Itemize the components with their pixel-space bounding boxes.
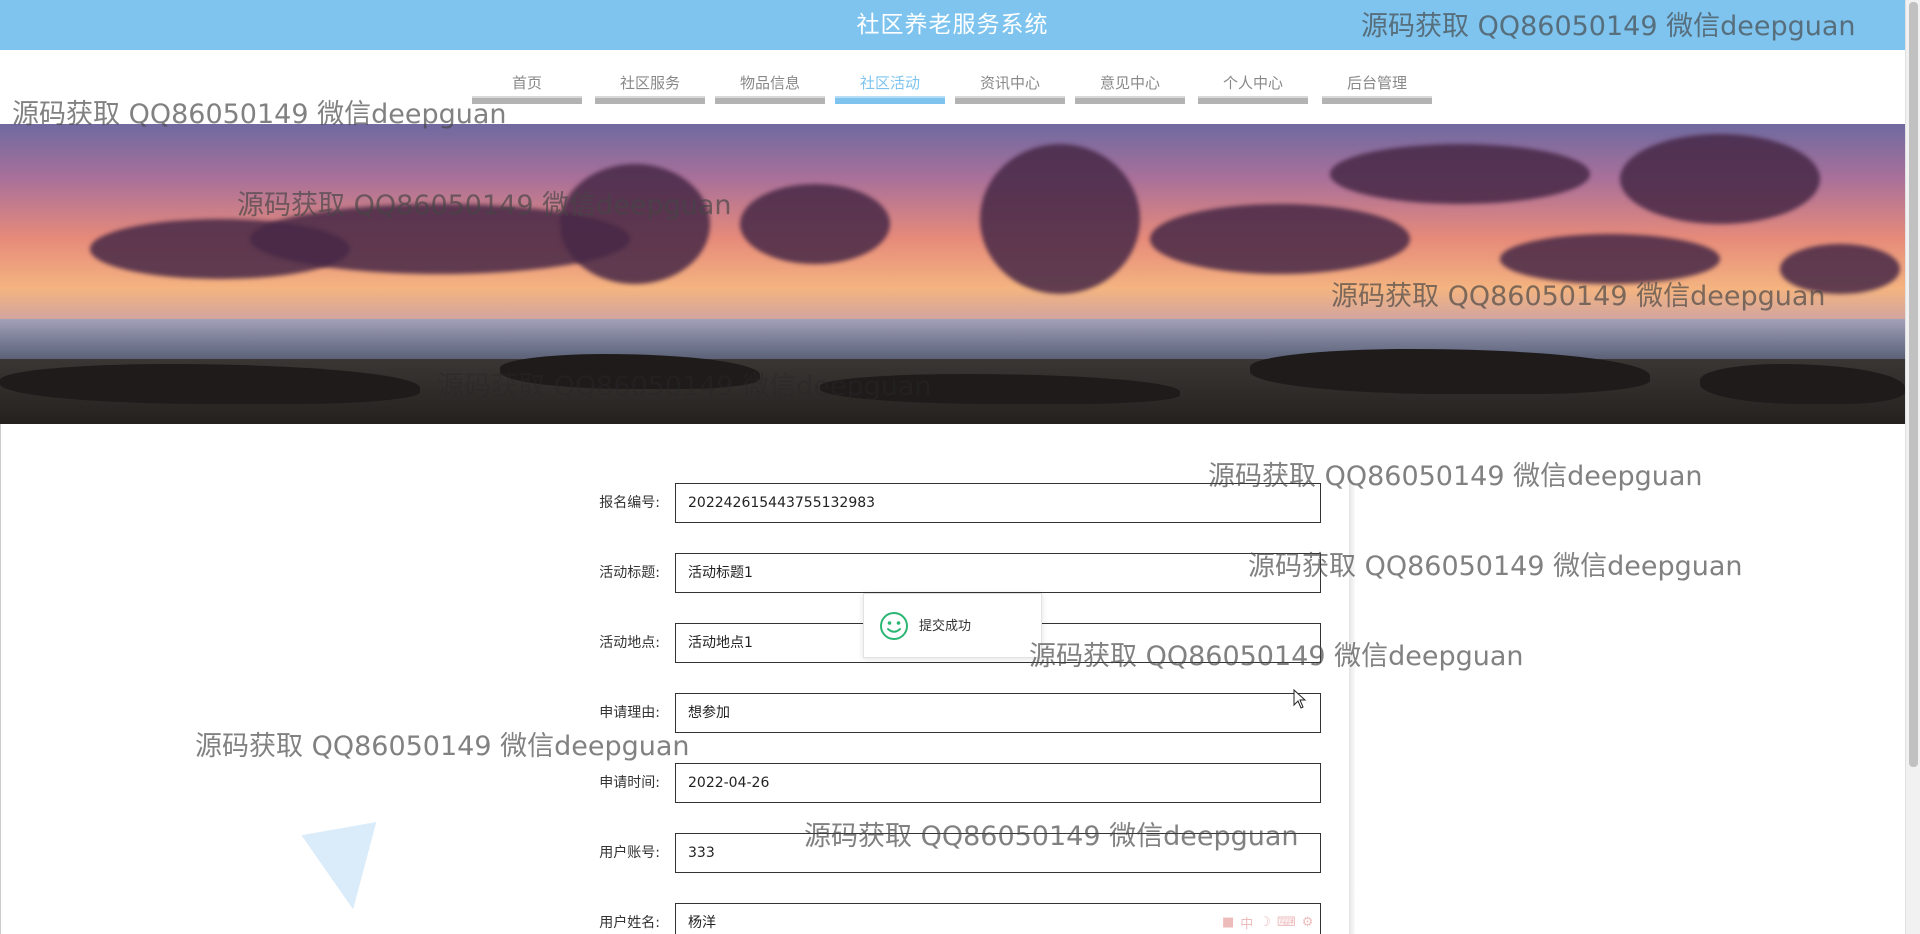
apply-reason-label: 申请理由: — [599, 705, 660, 721]
nav-item-admin[interactable]: 后台管理 — [1322, 72, 1432, 104]
nav-item-home[interactable]: 首页 — [472, 72, 582, 104]
triangle-decoration — [301, 822, 391, 916]
nav-item-label: 物品信息 — [739, 74, 800, 92]
nav-item-label: 社区活动 — [859, 74, 920, 92]
user-name-label: 用户姓名: — [599, 915, 660, 931]
nav-item-community-service[interactable]: 社区服务 — [595, 72, 705, 104]
nav-item-label: 后台管理 — [1346, 74, 1407, 92]
nav-item-label: 首页 — [511, 74, 542, 92]
banner-image — [0, 124, 1905, 424]
nav-item-label: 社区服务 — [619, 74, 680, 92]
nav-item-personal-center[interactable]: 个人中心 — [1198, 72, 1308, 104]
activity-location-label: 活动地点: — [599, 635, 660, 651]
activity-title-label: 活动标题: — [599, 565, 660, 581]
ime-settings-icon: ⚙ — [1301, 914, 1314, 930]
apply-time-field[interactable]: 2022-04-26 — [675, 763, 1321, 803]
nav-item-feedback-center[interactable]: 意见中心 — [1075, 72, 1185, 104]
user-account-label: 用户账号: — [599, 845, 660, 861]
nav-item-news-center[interactable]: 资讯中心 — [955, 72, 1065, 104]
apply-time-label: 申请时间: — [599, 775, 660, 791]
activity-title-field[interactable]: 活动标题1 — [675, 553, 1321, 593]
site-title-bar: 社区养老服务系统 — [0, 0, 1905, 50]
ime-lang-label: 中 — [1240, 916, 1254, 932]
nav-item-label: 意见中心 — [1099, 74, 1160, 92]
signup-no-label: 报名编号: — [599, 495, 660, 511]
toast-message: 提交成功 — [919, 619, 972, 634]
apply-reason-field[interactable]: 想参加 — [675, 693, 1321, 733]
nav-item-label: 个人中心 — [1222, 74, 1283, 92]
user-account-field[interactable]: 333 — [675, 833, 1321, 873]
smile-icon — [880, 612, 908, 640]
main-nav: 首页 社区服务 物品信息 社区活动 资讯中心 意见中心 个人中心 后台管理 — [0, 50, 1905, 124]
nav-item-label: 资讯中心 — [979, 74, 1040, 92]
ime-moon-icon: ☽ — [1259, 914, 1271, 930]
nav-item-goods-info[interactable]: 物品信息 — [715, 72, 825, 104]
success-toast: 提交成功 — [863, 593, 1042, 658]
ime-keyboard-icon: ⌨ — [1276, 914, 1296, 930]
mouse-cursor-icon — [1293, 689, 1307, 709]
ime-toolbar: ■ 中 ☽ ⌨ ⚙ — [1222, 912, 1313, 932]
site-title: 社区养老服务系统 — [856, 12, 1049, 38]
nav-item-community-activity[interactable]: 社区活动 — [835, 72, 945, 104]
ime-icon: ■ — [1222, 914, 1235, 930]
page-scrollbar[interactable] — [1905, 0, 1920, 934]
signup-no-field[interactable]: 202242615443755132983 — [675, 483, 1321, 523]
scrollbar-thumb[interactable] — [1909, 2, 1918, 767]
